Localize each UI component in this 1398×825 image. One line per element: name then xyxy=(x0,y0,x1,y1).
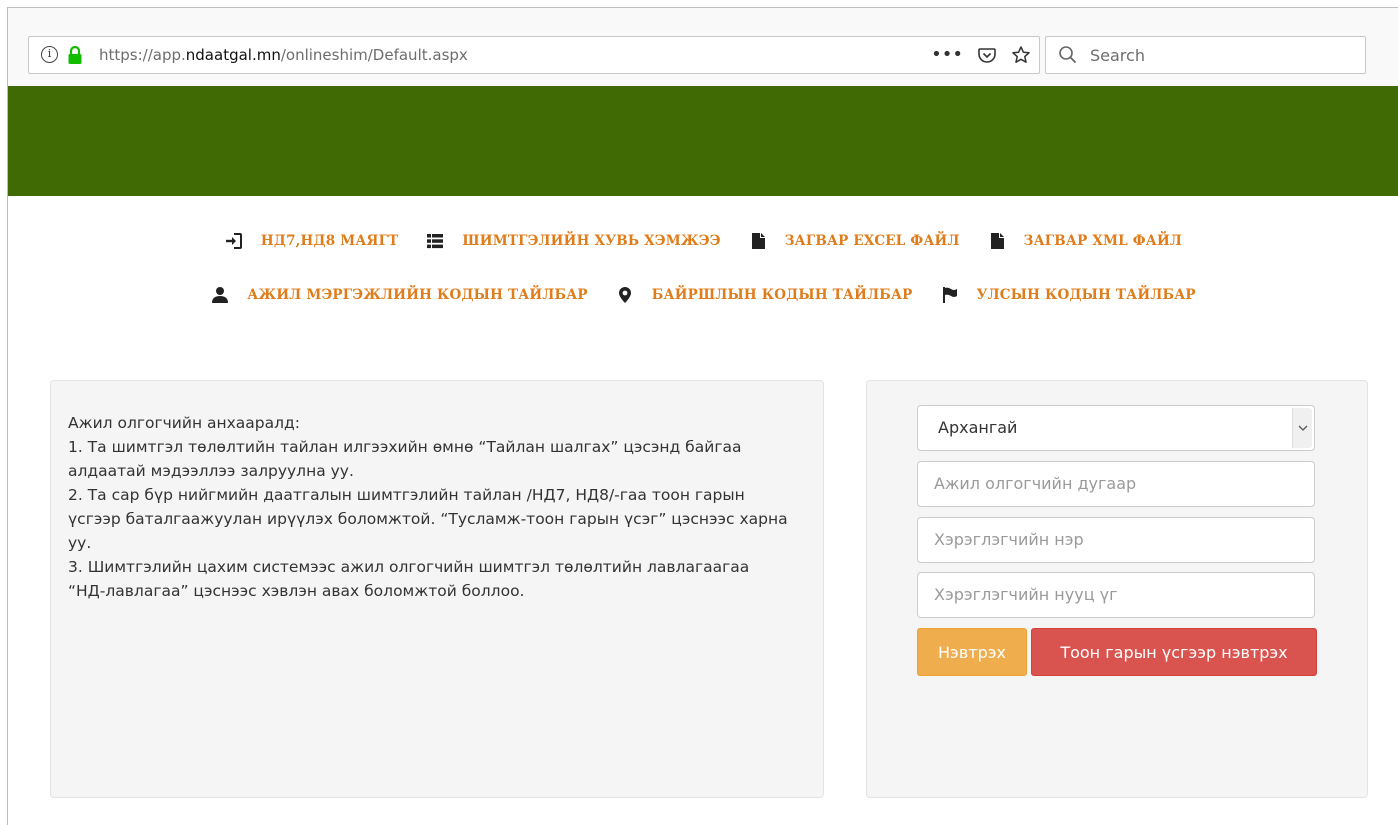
username-input[interactable]: Хэрэглэгчийн нэр xyxy=(917,517,1315,563)
nav-label: УЛСЫН КОДЫН ТАЙЛБАР xyxy=(976,287,1196,303)
flag-icon xyxy=(942,287,957,303)
nav-label: БАЙРШЛЫН КОДЫН ТАЙЛБАР xyxy=(651,287,913,303)
browser-window: i https://app.ndaatgal.mn/onlineshim/Def… xyxy=(7,7,1398,825)
password-input[interactable]: Хэрэглэгчийн нууц үг xyxy=(917,572,1315,618)
bookmark-star-icon[interactable] xyxy=(1011,45,1031,65)
nav-item-excel-template[interactable]: ЗАГВАР EXCEL ФАЙЛ xyxy=(749,232,960,250)
nav-item-nd7-nd8-form[interactable]: НД7,НД8 МАЯГТ xyxy=(225,232,399,250)
login-button[interactable]: Нэвтрэх xyxy=(917,628,1027,676)
province-select[interactable]: Архангай xyxy=(917,405,1315,451)
browser-toolbar: i https://app.ndaatgal.mn/onlineshim/Def… xyxy=(8,8,1398,86)
map-marker-icon xyxy=(618,287,631,303)
search-placeholder: Search xyxy=(1090,46,1145,65)
nav-item-country-codes[interactable]: УЛСЫН КОДЫН ТАЙЛБАР xyxy=(941,286,1196,304)
password-placeholder: Хэрэглэгчийн нууц үг xyxy=(934,585,1118,604)
nav-label: АЖИЛ МЭРГЭЖЛИЙН КОДЫН ТАЙЛБАР xyxy=(247,287,588,303)
url-text[interactable]: https://app.ndaatgal.mn/onlineshim/Defau… xyxy=(99,46,468,64)
list-icon xyxy=(427,234,444,249)
pocket-icon[interactable] xyxy=(977,45,997,65)
nav-label: НД7,НД8 МАЯГТ xyxy=(260,233,399,249)
username-placeholder: Хэрэглэгчийн нэр xyxy=(934,530,1084,549)
notice-panel: Ажил олгогчийн анхааралд: 1. Та шимтгэл … xyxy=(50,380,824,798)
chevron-down-icon[interactable] xyxy=(1292,408,1312,448)
employer-number-placeholder: Ажил олгогчийн дугаар xyxy=(934,474,1137,493)
nav-item-xml-template[interactable]: ЗАГВАР XML ФАЙЛ xyxy=(988,232,1182,250)
nav-row-2: АЖИЛ МЭРГЭЖЛИЙН КОДЫН ТАЙЛБАР БАЙРШЛЫН К… xyxy=(8,286,1398,304)
login-panel: Архангай Ажил олгогчийн дугаар Хэрэглэгч… xyxy=(866,380,1368,798)
province-select-value: Архангай xyxy=(938,418,1018,437)
url-path: /onlineshim/Default.aspx xyxy=(280,46,468,64)
user-icon xyxy=(212,287,229,303)
file-icon xyxy=(751,233,765,249)
sign-in-icon xyxy=(225,233,242,249)
search-icon xyxy=(1059,46,1077,64)
nav-item-location-codes[interactable]: БАЙРШЛЫН КОДЫН ТАЙЛБАР xyxy=(616,286,913,304)
url-domain: ndaatgal.mn xyxy=(185,46,281,64)
nav-item-occupation-codes[interactable]: АЖИЛ МЭРГЭЖЛИЙН КОДЫН ТАЙЛБАР xyxy=(211,286,588,304)
nav-links: НД7,НД8 МАЯГТ ШИМТГЭЛИЙН ХУВЬ ХЭМЖЭЭ ЗАГ… xyxy=(8,196,1398,366)
site-header-banner xyxy=(8,86,1398,196)
nav-row-1: НД7,НД8 МАЯГТ ШИМТГЭЛИЙН ХУВЬ ХЭМЖЭЭ ЗАГ… xyxy=(8,232,1398,250)
url-prefix: https://app. xyxy=(99,46,186,64)
nav-label: ЗАГВАР XML ФАЙЛ xyxy=(1023,233,1183,249)
url-bar[interactable]: i https://app.ndaatgal.mn/onlineshim/Def… xyxy=(28,36,1040,74)
browser-search-input[interactable]: Search xyxy=(1045,36,1366,74)
employer-notice-text: Ажил олгогчийн анхааралд: 1. Та шимтгэл … xyxy=(68,414,788,600)
lock-icon xyxy=(68,45,82,64)
nav-label: ЗАГВАР EXCEL ФАЙЛ xyxy=(784,233,960,249)
digital-signature-login-button[interactable]: Тоон гарын үсгээр нэвтрэх xyxy=(1031,628,1317,676)
nav-label: ШИМТГЭЛИЙН ХУВЬ ХЭМЖЭЭ xyxy=(462,233,721,249)
nav-item-contribution-rate[interactable]: ШИМТГЭЛИЙН ХУВЬ ХЭМЖЭЭ xyxy=(426,232,720,250)
more-actions-button[interactable]: ••• xyxy=(931,43,963,67)
file-icon xyxy=(990,233,1004,249)
url-actions: ••• xyxy=(931,43,1031,67)
info-icon[interactable]: i xyxy=(41,46,58,63)
employer-number-input[interactable]: Ажил олгогчийн дугаар xyxy=(917,461,1315,507)
